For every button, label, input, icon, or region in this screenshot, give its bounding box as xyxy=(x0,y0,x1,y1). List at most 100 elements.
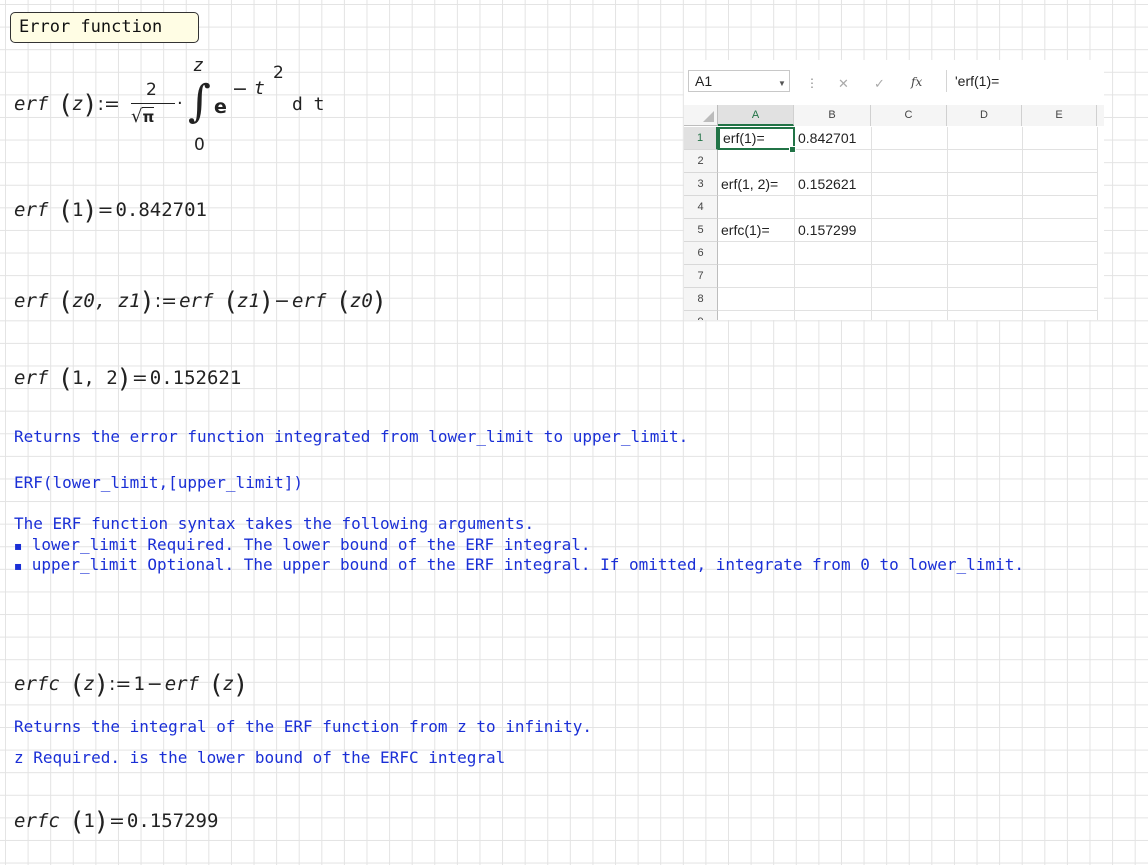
grid-cell[interactable] xyxy=(948,242,1023,265)
row-header-2[interactable]: 2 xyxy=(684,150,718,173)
grid-cell[interactable] xyxy=(1023,265,1098,288)
grid-cell[interactable] xyxy=(872,173,948,196)
grid-cell[interactable] xyxy=(795,311,872,320)
row-header-3[interactable]: 3 xyxy=(684,173,718,196)
grid-cell[interactable] xyxy=(1023,173,1098,196)
cancel-icon[interactable]: ✕ xyxy=(838,76,849,92)
erf-eval-1[interactable]: erf (1) = 0.842701 xyxy=(14,196,207,226)
erf-two-arg-definition[interactable]: erf (z0, z1):= erf (z1) − erf (z0) xyxy=(14,287,385,317)
erf-arg-lower[interactable]: ▪ lower_limit Required. The lower bound … xyxy=(14,535,590,554)
grid-cell[interactable] xyxy=(872,265,948,288)
formula-bar: A1 ▼ ⋮ ✕ ✓ fx 'erf(1)= xyxy=(684,66,1104,96)
embedded-spreadsheet[interactable]: A1 ▼ ⋮ ✕ ✓ fx 'erf(1)= A B C D E 1 2 3 4… xyxy=(684,60,1104,320)
exponent-var: t xyxy=(254,78,265,99)
grid-cell[interactable] xyxy=(718,242,795,265)
column-header-c[interactable]: C xyxy=(871,105,947,126)
integral-upper-limit: z xyxy=(193,55,204,76)
insert-function-icon[interactable]: fx xyxy=(911,75,922,89)
chevron-down-icon[interactable]: ▼ xyxy=(778,79,786,88)
column-header-b[interactable]: B xyxy=(794,105,871,126)
erf-args-intro[interactable]: The ERF function syntax takes the follow… xyxy=(14,514,534,533)
erfc-description[interactable]: Returns the integral of the ERF function… xyxy=(14,717,592,736)
cell-b1[interactable]: 0.842701 xyxy=(795,127,872,150)
grid-cell[interactable] xyxy=(872,150,948,173)
erf-description[interactable]: Returns the error function integrated fr… xyxy=(14,427,688,446)
grid-cell[interactable] xyxy=(1023,219,1098,242)
grid-cell[interactable] xyxy=(1023,150,1098,173)
grid-cell[interactable] xyxy=(1023,311,1098,320)
column-header-d[interactable]: D xyxy=(947,105,1022,126)
erfc-arg[interactable]: z Required. is the lower bound of the ER… xyxy=(14,748,505,767)
grid-cell[interactable] xyxy=(872,288,948,311)
erf-definition[interactable]: erf (z):= xyxy=(14,90,122,120)
column-header-e[interactable]: E xyxy=(1022,105,1097,126)
cell-a1[interactable]: erf(1)= xyxy=(718,127,795,150)
cell-a5[interactable]: erfc(1)= xyxy=(718,219,795,242)
row-header-1[interactable]: 1 xyxy=(684,127,718,150)
erf-eval-2[interactable]: erf (1, 2) = 0.152621 xyxy=(14,364,241,394)
grid-cell[interactable] xyxy=(795,288,872,311)
grid-cell[interactable] xyxy=(1023,242,1098,265)
grid-cell[interactable] xyxy=(718,265,795,288)
row-header-6[interactable]: 6 xyxy=(684,242,718,265)
grid-cell[interactable] xyxy=(795,196,872,219)
grid-cell[interactable] xyxy=(1023,127,1098,150)
result-value: 0.157299 xyxy=(126,810,219,832)
erf-syntax[interactable]: ERF(lower_limit,[upper_limit]) xyxy=(14,473,303,492)
row-header-8[interactable]: 8 xyxy=(684,288,718,311)
row-header-7[interactable]: 7 xyxy=(684,265,718,288)
result-value: 0.152621 xyxy=(149,367,242,389)
cell-b3[interactable]: 0.152621 xyxy=(795,173,872,196)
select-all-corner[interactable] xyxy=(684,105,718,126)
grid-cell[interactable] xyxy=(872,242,948,265)
grid-cell[interactable] xyxy=(948,219,1023,242)
grid-cell[interactable] xyxy=(718,196,795,219)
grid-cell[interactable] xyxy=(948,196,1023,219)
differential: d t xyxy=(292,94,325,115)
grid-cell[interactable] xyxy=(948,127,1023,150)
fn-arg: z xyxy=(71,93,84,115)
grid-cell[interactable] xyxy=(795,242,872,265)
fraction-denominator: √π xyxy=(131,106,155,127)
grid-cell[interactable] xyxy=(948,173,1023,196)
integral-lower-limit: 0 xyxy=(194,135,205,155)
multiply-dot: · xyxy=(177,93,183,114)
grid-cell[interactable] xyxy=(1023,196,1098,219)
cell-a3[interactable]: erf(1, 2)= xyxy=(718,173,795,196)
grid-cell[interactable] xyxy=(718,150,795,173)
grid-cell[interactable] xyxy=(948,311,1023,320)
enter-icon[interactable]: ✓ xyxy=(874,76,885,92)
erf-arg-upper[interactable]: ▪ upper_limit Optional. The upper bound … xyxy=(14,555,1024,574)
grid-cell[interactable] xyxy=(948,150,1023,173)
title-box[interactable]: Error function xyxy=(10,12,199,43)
row-header-9[interactable]: 9 xyxy=(684,311,718,320)
grid-cell[interactable] xyxy=(948,265,1023,288)
erfc-definition[interactable]: erfc (z):= 1− erf (z) xyxy=(14,670,246,700)
bullet-icon: ▪ xyxy=(14,559,23,573)
grid-cell[interactable] xyxy=(872,219,948,242)
erfc-eval[interactable]: erfc (1) = 0.157299 xyxy=(14,807,218,837)
grid-cell[interactable] xyxy=(872,196,948,219)
fraction-numerator: 2 xyxy=(146,80,157,100)
bullet-icon: ▪ xyxy=(14,539,23,553)
grid-cell[interactable] xyxy=(795,265,872,288)
grid-cell[interactable] xyxy=(872,311,948,320)
cell-b5[interactable]: 0.157299 xyxy=(795,219,872,242)
fill-handle[interactable] xyxy=(789,146,796,153)
grid-cell[interactable] xyxy=(795,150,872,173)
grid-cell[interactable] xyxy=(1023,288,1098,311)
more-options-icon[interactable]: ⋮ xyxy=(806,76,818,90)
pi-symbol: π xyxy=(142,107,155,126)
exponent-minus: − xyxy=(232,78,248,100)
grid-cell[interactable] xyxy=(718,311,795,320)
exponent-power: 2 xyxy=(273,63,284,83)
column-header-a[interactable]: A xyxy=(718,105,794,126)
formula-input[interactable]: 'erf(1)= xyxy=(946,70,1104,92)
row-header-4[interactable]: 4 xyxy=(684,196,718,219)
grid-cell[interactable] xyxy=(948,288,1023,311)
integral-sign: ∫ xyxy=(188,76,211,127)
row-header-5[interactable]: 5 xyxy=(684,219,718,242)
grid-cell[interactable] xyxy=(872,127,948,150)
grid-cell[interactable] xyxy=(718,288,795,311)
name-box[interactable]: A1 xyxy=(688,70,790,92)
